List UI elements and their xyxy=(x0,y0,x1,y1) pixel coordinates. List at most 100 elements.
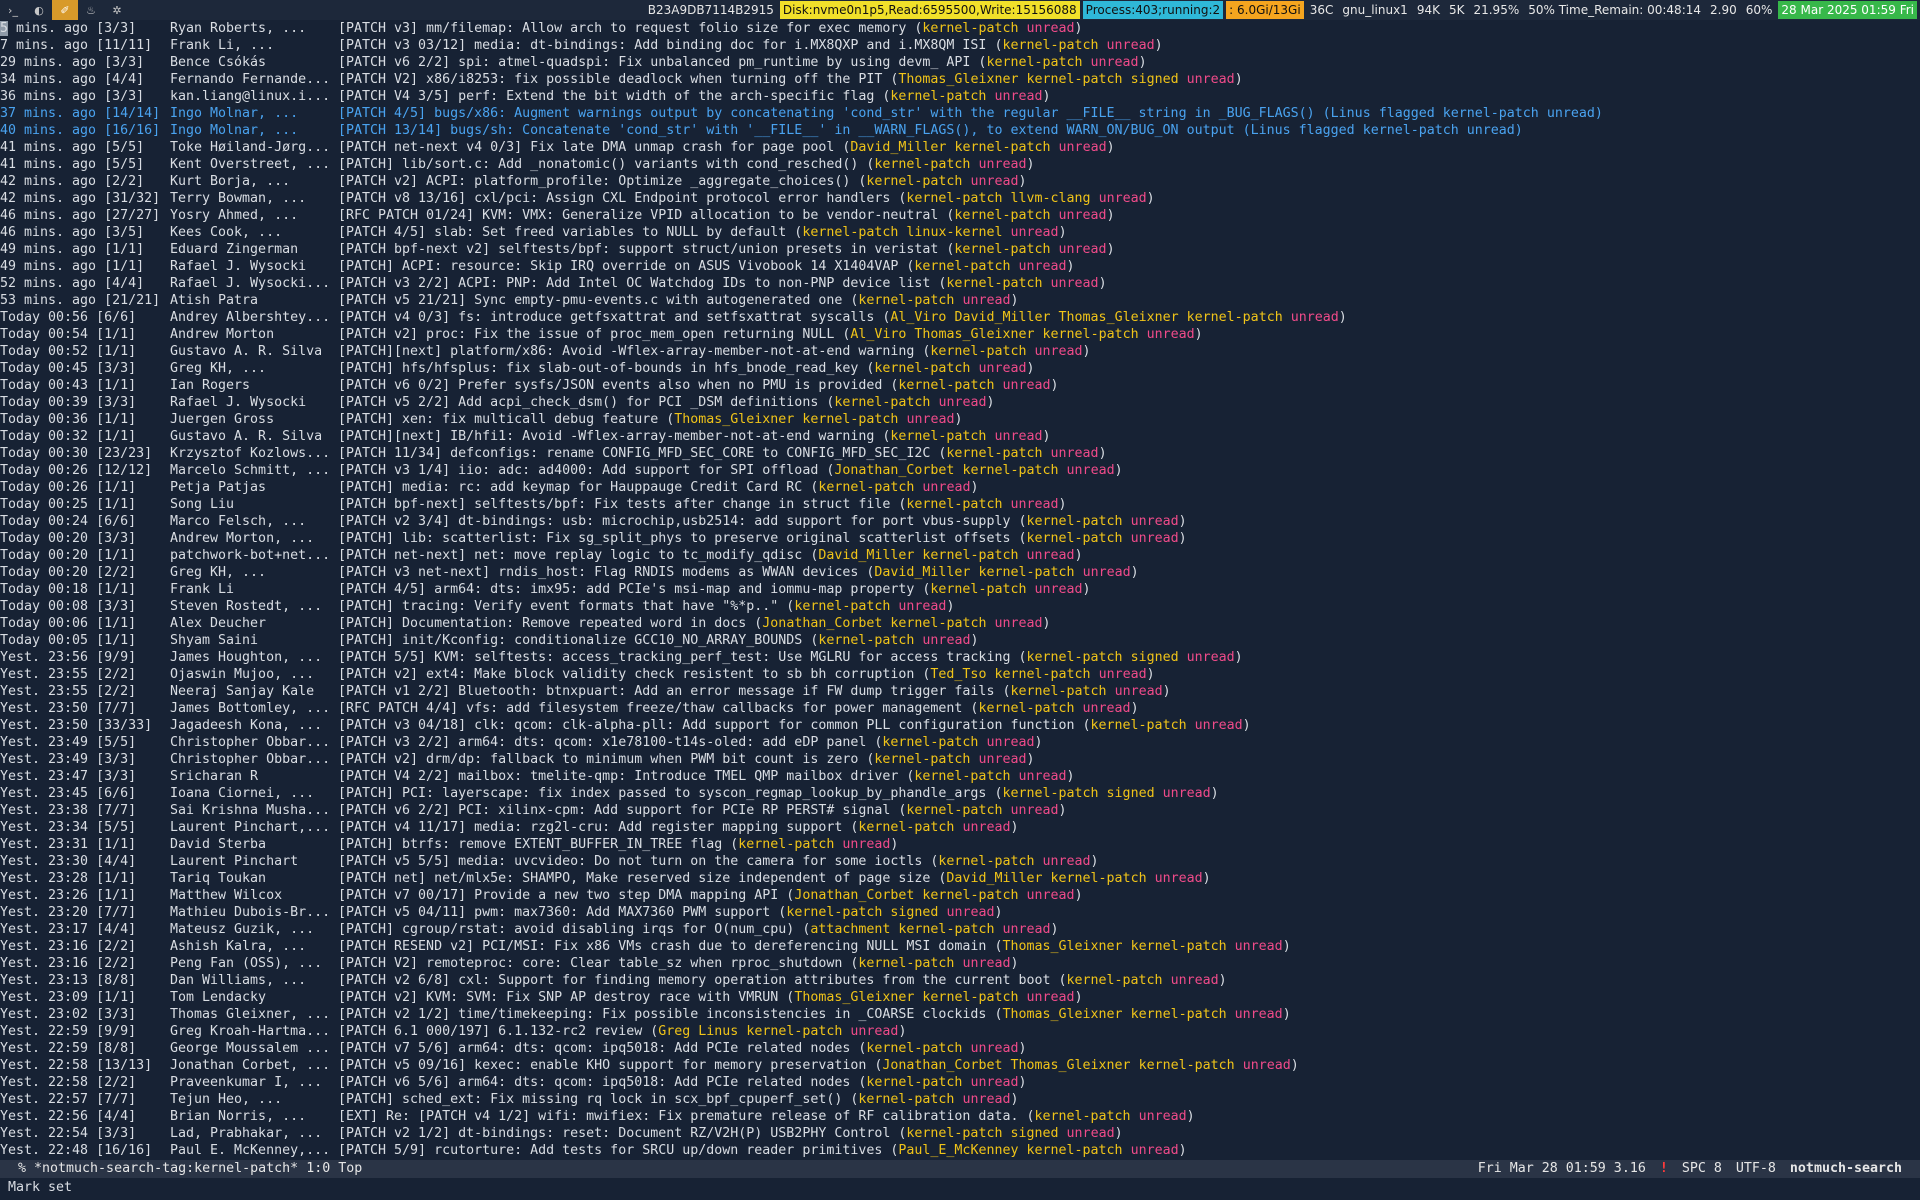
workspace-1[interactable]: ›_ xyxy=(0,0,26,20)
thread-row[interactable]: 53 mins. ago [21/21] Atish Patra [PATCH v5… xyxy=(0,292,1920,309)
thread-row[interactable]: Today 00:54 [1/1] Andrew Morton [PATCH v2]… xyxy=(0,326,1920,343)
thread-authors: Marcelo Schmitt, ... xyxy=(170,463,331,478)
thread-row[interactable]: Yest. 22:54 [3/3] Lad, Prabhakar, ... [PAT… xyxy=(0,1125,1920,1142)
thread-row[interactable]: 49 mins. ago [1/1] Rafael J. Wysocki [PATC… xyxy=(0,258,1920,275)
thread-date: Yest. 22:59 xyxy=(0,1041,89,1056)
notmuch-search-results[interactable]: 5 mins. ago [3/3] Ryan Roberts, ... [PATCH… xyxy=(0,20,1920,1160)
thread-row[interactable]: Yest. 23:34 [5/5] Laurent Pinchart,... [PA… xyxy=(0,819,1920,836)
thread-row[interactable]: Yest. 23:28 [1/1] Tariq Toukan [PATCH net]… xyxy=(0,870,1920,887)
thread-row[interactable]: 49 mins. ago [1/1] Eduard Zingerman [PATCH… xyxy=(0,241,1920,258)
thread-row[interactable]: 5 mins. ago [3/3] Ryan Roberts, ... [PATCH… xyxy=(0,20,1920,37)
thread-row[interactable]: Today 00:18 [1/1] Frank Li [PATCH 4/5] arm… xyxy=(0,581,1920,598)
thread-row[interactable]: Yest. 23:49 [5/5] Christopher Obbar... [PA… xyxy=(0,734,1920,751)
workspace-2[interactable]: ◐ xyxy=(26,0,52,20)
thread-row[interactable]: 41 mins. ago [5/5] Toke Høiland-Jørg... [P… xyxy=(0,139,1920,156)
thread-authors: Marco Felsch, ... xyxy=(170,514,307,529)
thread-row[interactable]: Yest. 23:17 [4/4] Mateusz Guzik, ... [PATC… xyxy=(0,921,1920,938)
status-segment-9: 50% Time_Remain: 00:48:14 xyxy=(1525,1,1704,19)
thread-row[interactable]: 41 mins. ago [5/5] Kent Overstreet, ... [P… xyxy=(0,156,1920,173)
thread-row[interactable]: 37 mins. ago [14/14] Ingo Molnar, ... [PAT… xyxy=(0,105,1920,122)
thread-subject: [PATCH] Documentation: Remove repeated w… xyxy=(338,616,1051,631)
thread-tag: kernel-patch xyxy=(890,89,987,104)
thread-row[interactable]: Yest. 22:48 [16/16] Paul E. McKenney,... [… xyxy=(0,1142,1920,1159)
workspace-3[interactable]: ✐ xyxy=(52,0,78,20)
thread-count: [3/3] xyxy=(104,89,145,104)
thread-row[interactable]: 46 mins. ago [3/5] Kees Cook, ... [PATCH 4… xyxy=(0,224,1920,241)
thread-row[interactable]: Today 00:32 [1/1] Gustavo A. R. Silva [PAT… xyxy=(0,428,1920,445)
thread-row[interactable]: Yest. 22:59 [9/9] Greg Kroah-Hartma... [PA… xyxy=(0,1023,1920,1040)
thread-row[interactable]: Yest. 23:55 [2/2] Ojaswin Mujoo, ... [PATC… xyxy=(0,666,1920,683)
thread-date: Today 00:24 xyxy=(0,514,89,529)
thread-row[interactable]: Yest. 23:09 [1/1] Tom Lendacky [PATCH v2] … xyxy=(0,989,1920,1006)
thread-authors: Steven Rostedt, ... xyxy=(170,599,323,614)
thread-row[interactable]: 40 mins. ago [16/16] Ingo Molnar, ... [PAT… xyxy=(0,122,1920,139)
thread-row[interactable]: Yest. 23:26 [1/1] Matthew Wilcox [PATCH v7… xyxy=(0,887,1920,904)
thread-row[interactable]: Yest. 23:50 [33/33] Jagadeesh Kona, ... [P… xyxy=(0,717,1920,734)
thread-row[interactable]: Today 00:24 [6/6] Marco Felsch, ... [PATCH… xyxy=(0,513,1920,530)
thread-row[interactable]: Today 00:39 [3/3] Rafael J. Wysocki [PATCH… xyxy=(0,394,1920,411)
thread-row[interactable]: Yest. 22:58 [2/2] Praveenkumar I, ... [PAT… xyxy=(0,1074,1920,1091)
thread-row[interactable]: Yest. 23:55 [2/2] Neeraj Sanjay Kale [PATC… xyxy=(0,683,1920,700)
thread-row[interactable]: Yest. 23:16 [2/2] Ashish Kalra, ... [PATCH… xyxy=(0,938,1920,955)
thread-row[interactable]: Yest. 23:31 [1/1] David Sterba [PATCH] btr… xyxy=(0,836,1920,853)
thread-row[interactable]: Today 00:20 [3/3] Andrew Morton, ... [PATC… xyxy=(0,530,1920,547)
thread-row[interactable]: 42 mins. ago [31/32] Terry Bowman, ... [PA… xyxy=(0,190,1920,207)
thread-row[interactable]: Yest. 23:47 [3/3] Sricharan R [PATCH V4 2/… xyxy=(0,768,1920,785)
thread-date-count: Yest. 23:16 [2/2] xyxy=(0,955,136,972)
thread-row[interactable]: 52 mins. ago [4/4] Rafael J. Wysocki... [P… xyxy=(0,275,1920,292)
thread-row[interactable]: 34 mins. ago [4/4] Fernando Fernande... [P… xyxy=(0,71,1920,88)
thread-count: [3/3] xyxy=(96,769,137,784)
thread-tag: Thomas_Gleixner xyxy=(898,72,1019,87)
thread-row[interactable]: Today 00:25 [1/1] Song Liu [PATCH bpf-next… xyxy=(0,496,1920,513)
thread-subject: [PATCH v7 5/6] arm64: dts: qcom: ipq5018… xyxy=(338,1041,1027,1056)
thread-row[interactable]: Yest. 22:58 [13/13] Jonathan Corbet, ... [… xyxy=(0,1057,1920,1074)
thread-row[interactable]: Yest. 23:45 [6/6] Ioana Ciornei, ... [PATC… xyxy=(0,785,1920,802)
thread-row[interactable]: Today 00:56 [6/6] Andrey Albershtey... [PA… xyxy=(0,309,1920,326)
thread-authors: Alex Deucher xyxy=(170,616,267,631)
thread-row[interactable]: Yest. 23:38 [7/7] Sai Krishna Musha... [PA… xyxy=(0,802,1920,819)
thread-row[interactable]: Today 00:45 [3/3] Greg KH, ... [PATCH] hfs… xyxy=(0,360,1920,377)
thread-row[interactable]: 29 mins. ago [3/3] Bence Csókás [PATCH v6 … xyxy=(0,54,1920,71)
thread-date-count: Yest. 23:49 [5/5] xyxy=(0,734,136,751)
thread-row[interactable]: Today 00:20 [1/1] patchwork-bot+net... [PA… xyxy=(0,547,1920,564)
workspace-4[interactable]: ♨ xyxy=(78,0,104,20)
thread-row[interactable]: Yest. 22:59 [8/8] George Moussalem ... [PA… xyxy=(0,1040,1920,1057)
thread-row[interactable]: Yest. 23:16 [2/2] Peng Fan (OSS), ... [PAT… xyxy=(0,955,1920,972)
thread-date-count: Yest. 22:58 [2/2] xyxy=(0,1074,136,1091)
thread-row[interactable]: Today 00:26 [12/12] Marcelo Schmitt, ... [… xyxy=(0,462,1920,479)
thread-row[interactable]: Today 00:43 [1/1] Ian Rogers [PATCH v6 0/2… xyxy=(0,377,1920,394)
thread-row[interactable]: 36 mins. ago [3/3] kan.liang@linux.i... [P… xyxy=(0,88,1920,105)
workspace-switcher[interactable]: ›_ ◐ ✐ ♨ ✲ xyxy=(0,0,130,20)
thread-row[interactable]: Yest. 23:20 [7/7] Mathieu Dubois-Br... [PA… xyxy=(0,904,1920,921)
thread-authors: Eduard Zingerman xyxy=(170,242,299,257)
thread-tag: Al_Viro xyxy=(850,327,907,342)
thread-row[interactable]: Today 00:30 [23/23] Krzysztof Kozlows... [… xyxy=(0,445,1920,462)
thread-row[interactable]: Yest. 23:02 [3/3] Thomas Gleixner, ... [PA… xyxy=(0,1006,1920,1023)
thread-tag: kernel-patch xyxy=(874,752,971,767)
status-segment-text: B23A9DB7114B2915 xyxy=(647,3,774,17)
thread-row[interactable]: 7 mins. ago [11/11] Frank Li, ... [PATCH v… xyxy=(0,37,1920,54)
thread-row[interactable]: 42 mins. ago [2/2] Kurt Borja, ... [PATCH … xyxy=(0,173,1920,190)
thread-row[interactable]: Today 00:06 [1/1] Alex Deucher [PATCH] Doc… xyxy=(0,615,1920,632)
thread-row[interactable]: Yest. 23:50 [7/7] James Bottomley, ... [RF… xyxy=(0,700,1920,717)
thread-row[interactable]: Yest. 23:30 [4/4] Laurent Pinchart [PATCH … xyxy=(0,853,1920,870)
thread-row[interactable]: Yest. 23:56 [9/9] James Houghton, ... [PAT… xyxy=(0,649,1920,666)
thread-row[interactable]: Today 00:26 [1/1] Petja Patjas [PATCH] med… xyxy=(0,479,1920,496)
thread-authors: James Bottomley, ... xyxy=(170,701,331,716)
thread-subject: [PATCH v5 5/5] media: uvcvideo: Do not t… xyxy=(338,854,1099,869)
thread-row[interactable]: 46 mins. ago [27/27] Yosry Ahmed, ... [RFC… xyxy=(0,207,1920,224)
thread-row[interactable]: Today 00:52 [1/1] Gustavo A. R. Silva [PAT… xyxy=(0,343,1920,360)
thread-row[interactable]: Today 00:08 [3/3] Steven Rostedt, ... [PAT… xyxy=(0,598,1920,615)
thread-row[interactable]: Today 00:05 [1/1] Shyam Saini [PATCH] init… xyxy=(0,632,1920,649)
thread-date-count: Yest. 23:02 [3/3] xyxy=(0,1006,136,1023)
thread-row[interactable]: Yest. 22:57 [7/7] Tejun Heo, ... [PATCH] s… xyxy=(0,1091,1920,1108)
workspace-5[interactable]: ✲ xyxy=(104,0,130,20)
thread-subject: [PATCH v2] proc: Fix the issue of proc_m… xyxy=(338,327,1203,342)
thread-tag: kernel-patch xyxy=(1026,650,1123,665)
thread-subject: [PATCH 4/5] bugs/x86: Augment warnings o… xyxy=(338,105,1603,122)
thread-row[interactable]: Yest. 22:56 [4/4] Brian Norris, ... [EXT] … xyxy=(0,1108,1920,1125)
thread-row[interactable]: Yest. 23:13 [8/8] Dan Williams, ... [PATCH… xyxy=(0,972,1920,989)
thread-row[interactable]: Today 00:20 [2/2] Greg KH, ... [PATCH v3 n… xyxy=(0,564,1920,581)
thread-row[interactable]: Today 00:36 [1/1] Juergen Gross [PATCH] xe… xyxy=(0,411,1920,428)
thread-row[interactable]: Yest. 23:49 [3/3] Christopher Obbar... [PA… xyxy=(0,751,1920,768)
